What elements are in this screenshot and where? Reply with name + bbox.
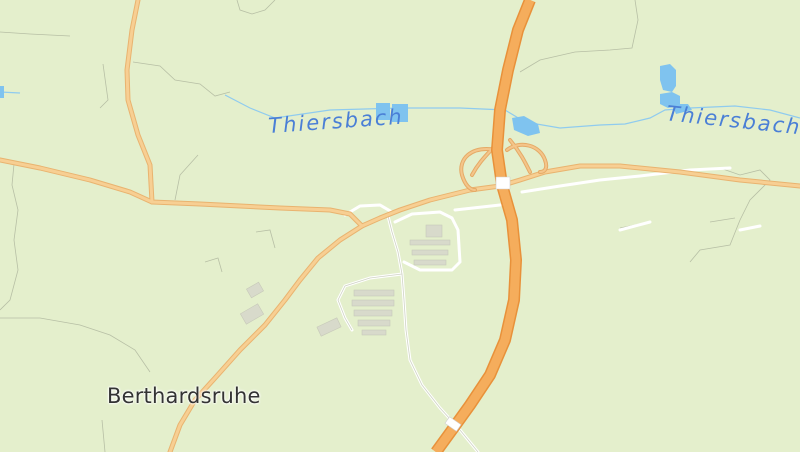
town-label: Berthardsruhe	[107, 384, 261, 408]
map-canvas[interactable]: Thiersbach Thiersbach Berthardsruhe	[0, 0, 800, 452]
